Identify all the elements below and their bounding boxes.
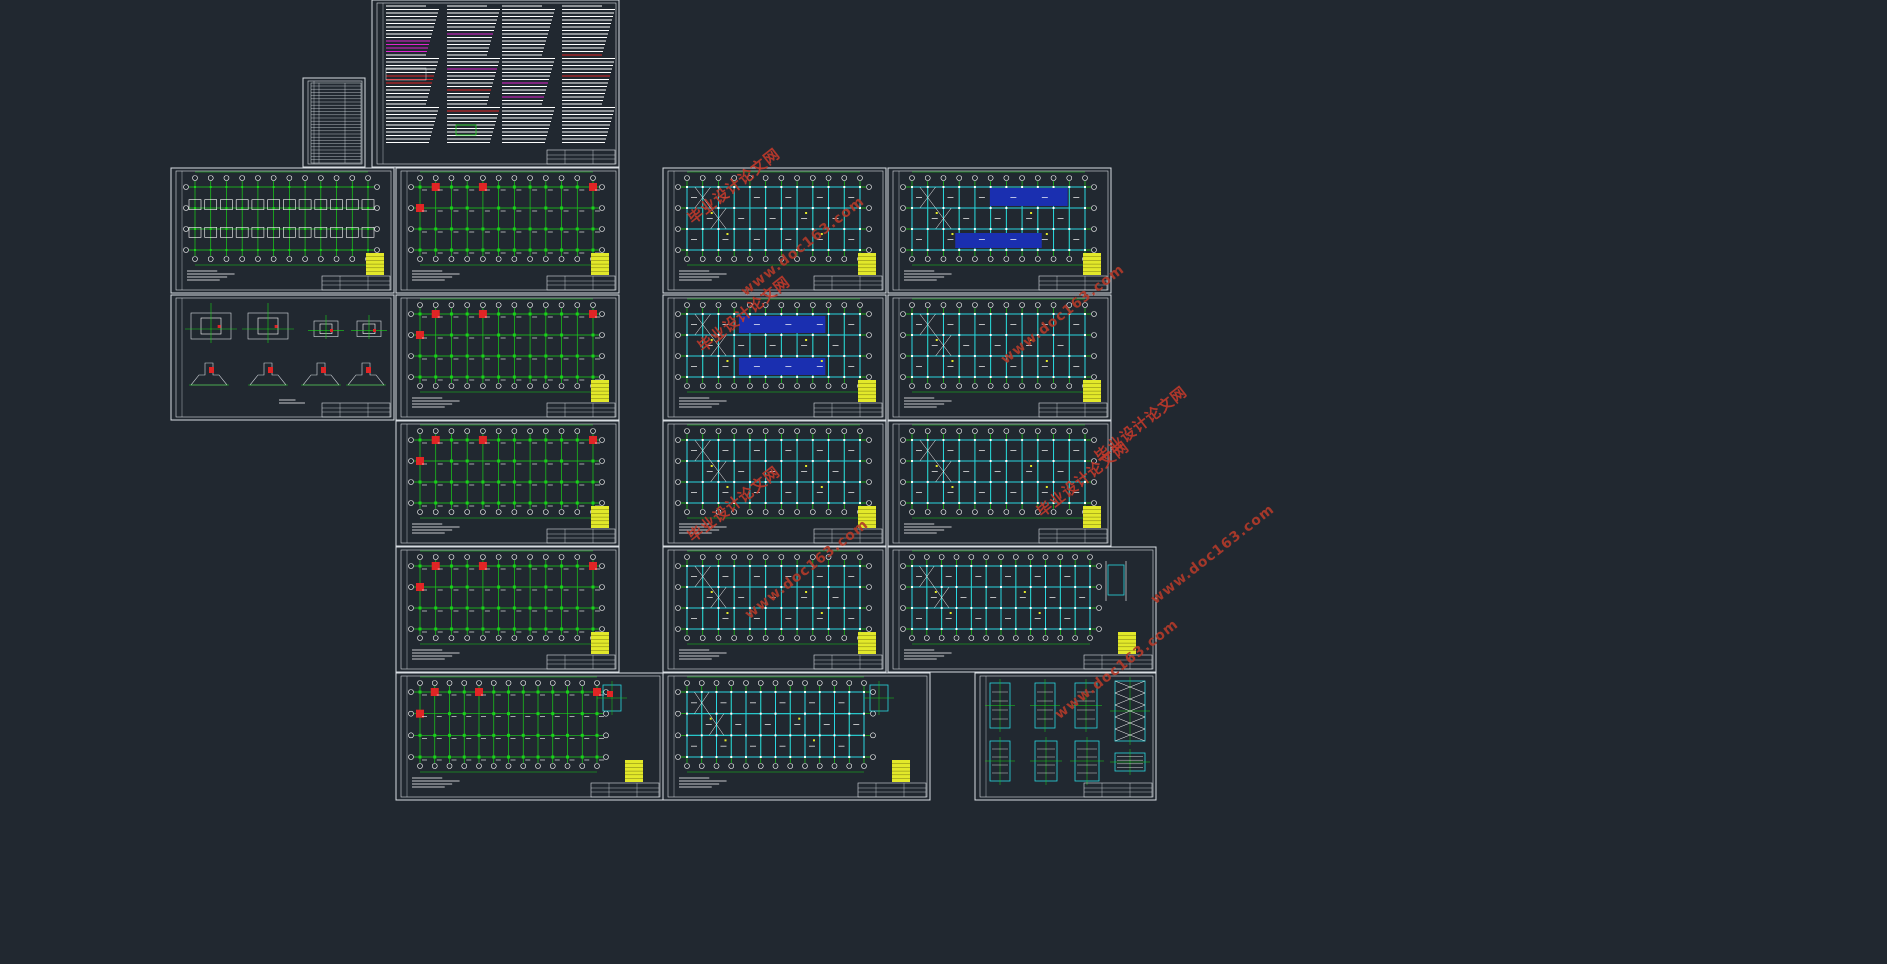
- sheet-foundation-plan[interactable]: [170, 167, 395, 294]
- sheet-drawing-list[interactable]: [302, 77, 366, 168]
- sheet-foundation-details[interactable]: [170, 294, 395, 421]
- sheet-column-plan-5[interactable]: [395, 672, 664, 801]
- sheet-column-plan-1[interactable]: [395, 167, 620, 294]
- cad-model-space[interactable]: [0, 0, 1887, 964]
- sheet-column-plan-2[interactable]: [395, 294, 620, 421]
- sheet-roof-plan[interactable]: [887, 546, 1157, 673]
- sheet-column-plan-3[interactable]: [395, 420, 620, 547]
- sheet-beam-plan-5[interactable]: [662, 672, 931, 801]
- sheet-slab-plan-1[interactable]: [887, 167, 1112, 294]
- sheet-beam-plan-4[interactable]: [662, 546, 887, 673]
- sheet-column-plan-4[interactable]: [395, 546, 620, 673]
- sheet-cover-notes[interactable]: [371, 0, 620, 168]
- sheet-stair-details[interactable]: [974, 672, 1157, 801]
- sheet-beam-plan-2[interactable]: [662, 294, 887, 421]
